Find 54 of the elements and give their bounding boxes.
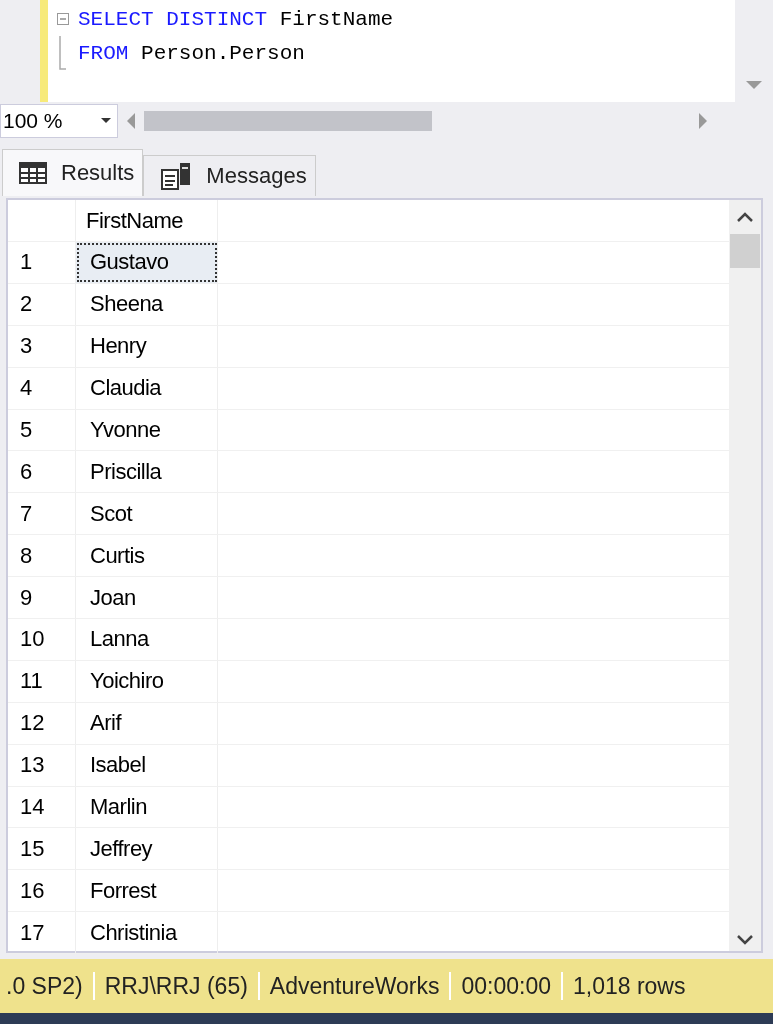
row-number: 8 (8, 535, 76, 577)
table-cell[interactable]: Scot (76, 493, 218, 535)
row-number: 14 (8, 786, 76, 828)
table-cell[interactable]: Marlin (76, 786, 218, 828)
table-cell[interactable]: Jeffrey (76, 828, 218, 870)
scroll-down-icon[interactable] (737, 935, 753, 945)
row-number: 6 (8, 451, 76, 493)
row-number: 2 (8, 283, 76, 325)
row-number: 10 (8, 619, 76, 660)
code-line: SELECT DISTINCT FirstName (78, 7, 394, 31)
table-cell[interactable]: Yoichiro (76, 660, 218, 702)
table-cell[interactable]: Arif (76, 702, 218, 744)
row-number: 7 (8, 493, 76, 535)
table-cell[interactable]: Gustavo (76, 242, 218, 283)
scrollbar-thumb[interactable] (730, 234, 760, 268)
scroll-left-icon[interactable] (126, 113, 136, 129)
table-cell[interactable]: Christinia (76, 912, 218, 954)
column-header[interactable]: FirstName (76, 200, 218, 241)
scroll-up-icon[interactable] (737, 212, 753, 222)
table-cell[interactable]: Yvonne (76, 409, 218, 451)
scroll-right-icon[interactable] (698, 113, 708, 129)
row-number: 17 (8, 912, 76, 954)
row-number: 15 (8, 828, 76, 870)
row-number: 16 (8, 870, 76, 912)
status-text: 1,018 rows (571, 972, 687, 1000)
caret-icon (101, 118, 111, 124)
table-cell[interactable]: Henry (76, 325, 218, 367)
table-cell[interactable]: Joan (76, 577, 218, 618)
zoom-dropdown[interactable]: 100 % (0, 104, 118, 138)
status-text: 00:00:00 (460, 972, 552, 1000)
table-cell[interactable]: Lanna (76, 619, 218, 660)
table-cell[interactable]: Isabel (76, 744, 218, 786)
code-line: FROM Person.Person (78, 41, 305, 65)
results-tab[interactable]: Results (2, 149, 144, 196)
grid-icon (19, 162, 47, 184)
row-number: 13 (8, 744, 76, 786)
row-number: 4 (8, 367, 76, 409)
status-text: .0 SP2) (5, 972, 84, 1000)
status-text: AdventureWorks (268, 972, 441, 1000)
row-number: 5 (8, 409, 76, 451)
row-number: 9 (8, 577, 76, 618)
document-icon (160, 162, 193, 190)
results-tab[interactable]: Messages (143, 155, 316, 196)
row-number: 11 (8, 660, 76, 702)
status-text: RRJ\RRJ (65) (103, 972, 249, 1000)
collapse-icon[interactable] (57, 13, 69, 25)
table-cell[interactable]: Forrest (76, 870, 218, 912)
table-cell[interactable]: Priscilla (76, 451, 218, 493)
table-cell[interactable]: Sheena (76, 283, 218, 325)
scrollbar-thumb[interactable] (144, 111, 432, 131)
row-number: 3 (8, 325, 76, 367)
table-cell[interactable]: Curtis (76, 535, 218, 577)
row-number: 12 (8, 702, 76, 744)
table-cell[interactable]: Claudia (76, 367, 218, 409)
